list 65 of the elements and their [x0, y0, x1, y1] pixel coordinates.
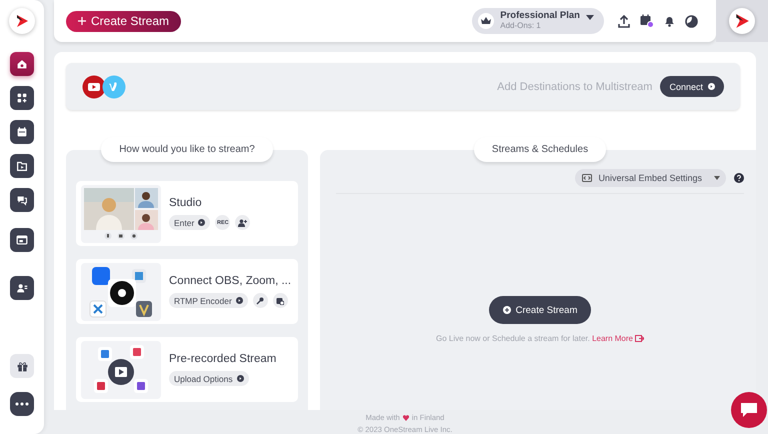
option-title: Studio: [169, 197, 203, 209]
nav-icon: [15, 233, 29, 247]
panel-title: Streams & Schedules: [474, 137, 606, 162]
caret-icon: [714, 176, 720, 180]
chat-button[interactable]: [731, 392, 767, 428]
arrow-icon: [236, 375, 244, 382]
sidebar-item[interactable]: [10, 276, 34, 300]
video-platform-icon: [82, 74, 106, 98]
embed-settings-dropdown[interactable]: Universal Embed Settings: [575, 169, 726, 187]
arrow-icon: [236, 297, 243, 304]
arrow-icon: [198, 219, 206, 226]
gift-icon: [16, 360, 28, 372]
plus-icon: [78, 17, 86, 25]
sidebar-item[interactable]: [10, 228, 34, 252]
code-icon: [582, 174, 592, 182]
gift-button[interactable]: [10, 354, 34, 378]
bell-icon[interactable]: [664, 15, 675, 27]
more-button[interactable]: [10, 392, 34, 416]
add-user-icon: [238, 218, 248, 226]
help-icon[interactable]: [734, 173, 744, 183]
plan-selector[interactable]: Professional Plan Add-Ons: 1: [472, 8, 604, 34]
sidebar-item[interactable]: [10, 154, 34, 178]
connect-button[interactable]: Connect: [660, 76, 724, 97]
nav-icon: [15, 91, 29, 105]
caret-icon: [586, 14, 594, 20]
chat-icon: [741, 403, 757, 417]
sidebar-item[interactable]: [10, 86, 34, 110]
option-title: Connect OBS, Zoom, ...: [169, 275, 292, 287]
stream-option-card[interactable]: Connect OBS, Zoom, ... RTMP Encoder: [76, 259, 298, 324]
more-icon: [15, 402, 29, 406]
crown-icon: [481, 17, 492, 25]
stream-option-card[interactable]: Pre-recorded Stream Upload Options: [76, 337, 298, 402]
encoder-action-button[interactable]: RTMP Encoder: [169, 293, 248, 308]
panel-title: How would you like to stream?: [101, 137, 273, 162]
nav-icon: [15, 125, 29, 139]
create-stream-button[interactable]: Create Stream: [66, 10, 182, 32]
calendar-clock-icon: [276, 296, 284, 304]
key-button[interactable]: [252, 293, 268, 308]
create-stream-button[interactable]: Create Stream: [488, 296, 592, 324]
upload-action-button[interactable]: Upload Options: [169, 371, 249, 386]
hint-text: Go Live now or Schedule a stream for later. Learn More: [436, 334, 644, 343]
media-controls-drawing: [104, 232, 138, 240]
video-platform-icon: [102, 74, 126, 98]
sidebar-item[interactable]: [10, 52, 34, 76]
schedule-button[interactable]: [272, 293, 288, 308]
arrow-icon: [708, 83, 715, 90]
plus-circle-icon: [502, 306, 511, 314]
destinations-prompt: Add Destinations to Multistream: [497, 80, 652, 92]
studio-action-button[interactable]: Enter: [169, 215, 210, 230]
external-link-icon: [635, 335, 644, 342]
logo-icon[interactable]: [9, 8, 35, 34]
sidebar-item[interactable]: [10, 120, 34, 144]
theme-icon[interactable]: [685, 14, 698, 28]
nav-icon: [15, 159, 29, 173]
profile-avatar[interactable]: [729, 8, 755, 34]
logo-icon: [734, 13, 750, 29]
add-user-button[interactable]: [235, 215, 250, 230]
learn-more-link[interactable]: Learn More: [592, 334, 644, 343]
sidebar-item[interactable]: [10, 188, 34, 212]
heart-icon: [402, 414, 409, 420]
upload-icon[interactable]: [618, 14, 630, 28]
nav-icon: [15, 281, 29, 295]
option-title: Pre-recorded Stream: [169, 353, 276, 365]
key-icon: [256, 296, 264, 304]
calendar-icon[interactable]: [640, 14, 654, 28]
